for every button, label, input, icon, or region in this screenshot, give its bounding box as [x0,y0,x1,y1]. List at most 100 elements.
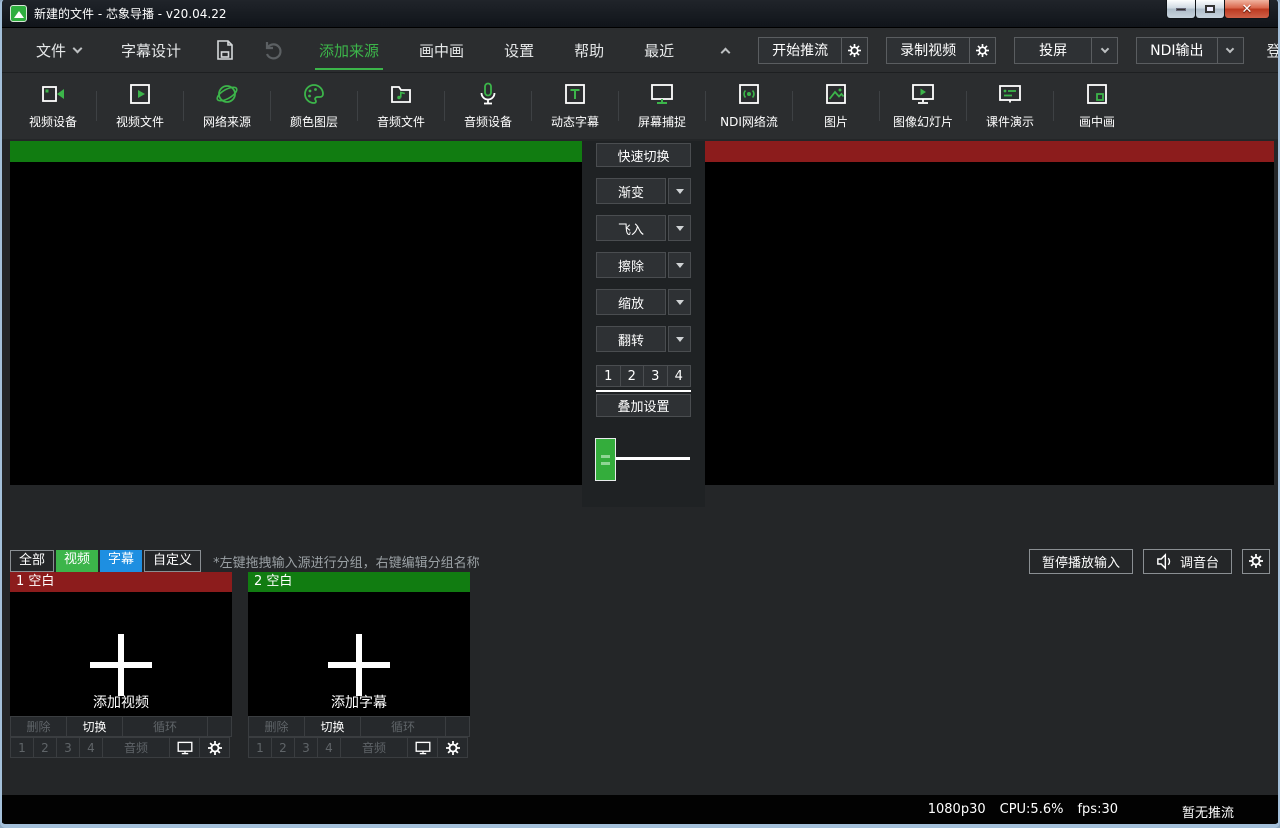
overlay-2-button[interactable]: 2 [620,365,645,387]
menu-add-source[interactable]: 添加来源 [299,28,399,72]
plus-icon [328,634,390,696]
panel-settings-button[interactable] [199,737,230,758]
window-title: 新建的文件 - 芯象导播 - v20.04.22 [34,5,226,22]
overlay-3-button[interactable]: 3 [643,365,668,387]
audio-button[interactable]: 音频 [340,737,408,758]
monitor-icon [415,741,431,755]
add-video-dropzone[interactable]: 添加视频 [10,592,232,716]
transition-zoom-button[interactable]: 缩放 [596,289,666,315]
overlay-1-button[interactable]: 1 [596,365,621,387]
tab-all[interactable]: 全部 [10,550,54,572]
toolbar-item-network-source[interactable]: 网络来源 [184,82,270,130]
slider-handle[interactable] [595,438,616,481]
menu-subtitle-design[interactable]: 字幕设计 [101,28,201,72]
menu-pip[interactable]: 画中画 [399,28,484,72]
loop-button[interactable]: 循环 [122,716,208,737]
start-stream-button[interactable]: 开始推流 [758,37,842,64]
panel-settings-button[interactable] [437,737,468,758]
source-panel-1-header[interactable]: 1 空白 [10,572,232,592]
grouping-hint: *左键拖拽输入源进行分组，右键编辑分组名称 [213,552,480,571]
slot-1-button[interactable]: 1 [248,737,272,758]
toolbar-item-video-device[interactable]: 视频设备 [10,82,96,130]
transition-wipe-dropdown[interactable] [668,252,691,278]
transition-flip-button[interactable]: 翻转 [596,326,666,352]
quick-switch-button[interactable]: 快速切换 [596,143,691,167]
tab-video[interactable]: 视频 [56,550,98,572]
ndi-dropdown-button[interactable] [1217,37,1244,64]
slot-2-button[interactable]: 2 [33,737,57,758]
record-settings-button[interactable] [969,37,996,64]
transition-flip-dropdown[interactable] [668,326,691,352]
delete-button[interactable]: 删除 [248,716,305,737]
close-icon: ✕ [1242,3,1253,16]
transition-fade-dropdown[interactable] [668,178,691,204]
start-stream-settings-button[interactable] [841,37,868,64]
slot-4-button[interactable]: 4 [317,737,341,758]
slider-track[interactable] [616,457,690,460]
slot-4-button[interactable]: 4 [79,737,103,758]
toolbar-item-courseware[interactable]: 课件演示 [967,82,1053,130]
menu-recent[interactable]: 最近 [624,28,694,72]
ndi-output-button[interactable]: NDI输出 [1136,37,1217,64]
cast-screen-button[interactable]: 投屏 [1014,37,1092,64]
start-stream-group: 开始推流 [758,37,868,64]
tab-subtitle[interactable]: 字幕 [100,550,142,572]
dropdown-arrow-icon [676,300,684,305]
chevron-up-icon [721,47,731,57]
toolbar-item-ndi-stream[interactable]: NDI网络流 [706,82,792,130]
mixer-settings-button[interactable] [1242,549,1270,574]
toolbar-item-screen-capture[interactable]: 屏幕捕捉 [619,82,705,130]
monitor-button[interactable] [169,737,200,758]
overlay-4-button[interactable]: 4 [667,365,692,387]
toolbar-item-image[interactable]: 图片 [793,82,879,130]
pause-playback-button[interactable]: 暂停播放输入 [1029,549,1133,574]
slot-3-button[interactable]: 3 [294,737,318,758]
switch-button[interactable]: 切换 [304,716,361,737]
source-tab-row: 全部 视频 字幕 自定义 *左键拖拽输入源进行分组，右键编辑分组名称 暂停播放输… [10,549,1270,573]
transition-fade-button[interactable]: 渐变 [596,178,666,204]
loop-button[interactable]: 循环 [360,716,446,737]
toolbar-item-slideshow[interactable]: 图像幻灯片 [880,82,966,130]
cast-dropdown-button[interactable] [1091,37,1118,64]
source-panel-2-header[interactable]: 2 空白 [248,572,470,592]
live-preview[interactable] [705,141,1274,485]
toolbar-item-video-file[interactable]: 视频文件 [97,82,183,130]
toolbar-item-pip[interactable]: 画中画 [1054,82,1140,130]
transition-zoom-dropdown[interactable] [668,289,691,315]
toolbar-item-audio-device[interactable]: 音频设备 [445,82,531,130]
delete-button[interactable]: 删除 [10,716,67,737]
monitor-button[interactable] [407,737,438,758]
dropdown-arrow-icon [676,337,684,342]
slot-2-button[interactable]: 2 [271,737,295,758]
slot-1-button[interactable]: 1 [10,737,34,758]
record-video-button[interactable]: 录制视频 [886,37,970,64]
app-logo-icon [10,5,27,22]
mixer-button[interactable]: 调音台 [1143,549,1232,574]
switch-button[interactable]: 切换 [66,716,123,737]
menu-settings[interactable]: 设置 [484,28,554,72]
collapse-toolbar-button[interactable] [694,28,749,72]
save-button[interactable] [201,28,249,72]
transition-wipe-button[interactable]: 擦除 [596,252,666,278]
menu-help[interactable]: 帮助 [554,28,624,72]
add-video-label: 添加视频 [10,692,232,712]
transition-fly-button[interactable]: 飞入 [596,215,666,241]
undo-button[interactable] [249,28,299,72]
toolbar-item-dynamic-subtitle[interactable]: 动态字幕 [532,82,618,130]
cpu-value: CPU:5.6% [1000,802,1064,817]
program-preview[interactable] [10,141,582,485]
tab-custom[interactable]: 自定义 [144,550,201,572]
login-button[interactable]: 登录 [1253,40,1280,61]
add-subtitle-dropzone[interactable]: 添加字幕 [248,592,470,716]
close-button[interactable]: ✕ [1224,0,1270,19]
toolbar-item-color-layer[interactable]: 颜色图层 [271,82,357,130]
overlay-settings-button[interactable]: 叠加设置 [596,394,691,417]
menu-file[interactable]: 文件 [16,28,101,72]
toolbar-item-audio-file[interactable]: 音频文件 [358,82,444,130]
slot-3-button[interactable]: 3 [56,737,80,758]
minimize-button[interactable] [1166,0,1196,19]
transition-fly-dropdown[interactable] [668,215,691,241]
audio-button[interactable]: 音频 [102,737,170,758]
transition-row: 飞入 [596,215,691,241]
maximize-button[interactable] [1195,0,1225,19]
